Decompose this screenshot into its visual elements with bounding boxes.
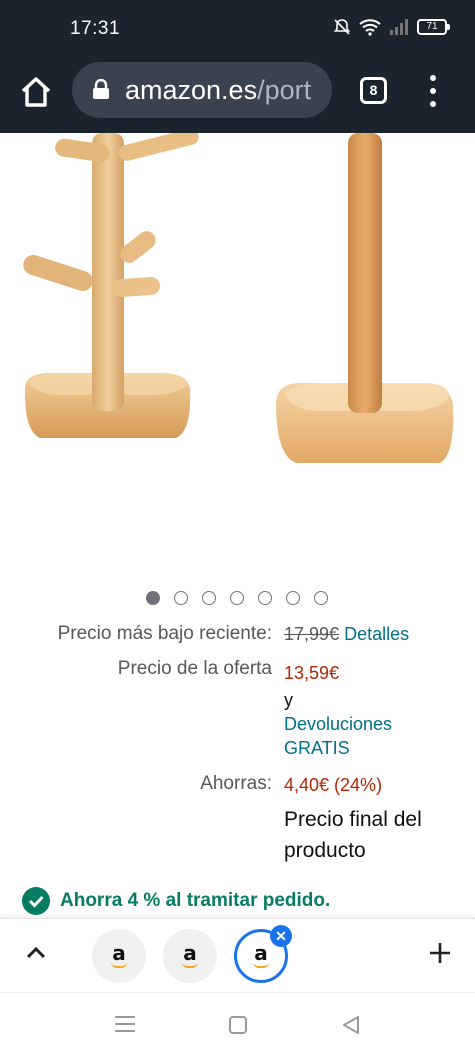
- system-navigation-bar: [0, 992, 475, 1056]
- savings-value: 4,40€ (24%): [284, 775, 383, 795]
- close-tab-icon[interactable]: ✕: [270, 925, 292, 947]
- url-text: amazon.es/port: [125, 75, 311, 106]
- home-nav-icon[interactable]: [228, 1015, 248, 1035]
- carousel-dot[interactable]: [258, 591, 272, 605]
- offer-price-value: 13,59€: [284, 663, 340, 683]
- status-time: 17:31: [70, 18, 121, 39]
- product-image[interactable]: [0, 128, 475, 580]
- back-nav-icon[interactable]: [340, 1014, 362, 1036]
- home-icon[interactable]: [18, 74, 54, 110]
- details-link[interactable]: Detalles: [344, 624, 409, 644]
- and-text: y: [284, 690, 293, 710]
- recent-apps-icon[interactable]: [114, 1015, 136, 1033]
- promo-banner: Ahorra 4 % al tramitar pedido.: [22, 887, 330, 915]
- new-tab-icon[interactable]: [428, 941, 452, 965]
- mug-tree-illustration: [23, 128, 454, 463]
- tab-switcher-button[interactable]: 8: [360, 77, 387, 104]
- final-price-note-line1: Precio final del: [284, 808, 422, 831]
- recent-low-price-value: 17,99€: [284, 624, 340, 644]
- status-bar: 17:31 71: [0, 0, 475, 56]
- carousel-dot[interactable]: [202, 591, 216, 605]
- battery-icon: 71: [417, 19, 450, 35]
- tab-chip[interactable]: a: [92, 929, 146, 983]
- carousel-dot[interactable]: [314, 591, 328, 605]
- browser-toolbar: amazon.es/port 8: [0, 56, 475, 133]
- mute-bell-icon: [333, 19, 351, 35]
- recent-low-price-row: 17,99€ Detalles: [284, 624, 409, 645]
- check-circle-icon: [22, 887, 50, 915]
- lock-icon: [93, 79, 109, 99]
- promo-text: Ahorra 4 % al tramitar pedido.: [60, 890, 331, 911]
- final-price-note-line2: producto: [284, 839, 366, 862]
- status-icons: 71: [333, 18, 450, 36]
- chevron-up-icon[interactable]: [24, 943, 48, 963]
- carousel-dots[interactable]: [146, 591, 328, 605]
- tab-chip[interactable]: a: [163, 929, 217, 983]
- signal-icon: [390, 19, 408, 35]
- url-host: amazon.es: [125, 75, 258, 105]
- address-bar[interactable]: amazon.es/port: [72, 62, 332, 118]
- savings-label: Ahorras:: [200, 773, 272, 794]
- url-path: /port: [257, 75, 312, 105]
- overflow-menu-icon[interactable]: [424, 75, 442, 107]
- free-returns-link-line1[interactable]: Devoluciones: [284, 714, 392, 735]
- wifi-icon: [359, 19, 381, 36]
- carousel-dot[interactable]: [174, 591, 188, 605]
- carousel-dot[interactable]: [286, 591, 300, 605]
- tab-strip: a a a ✕: [0, 918, 475, 992]
- carousel-dot[interactable]: [230, 591, 244, 605]
- carousel-dot[interactable]: [146, 591, 160, 605]
- recent-low-price-label: Precio más bajo reciente:: [57, 623, 272, 644]
- free-returns-link-line2[interactable]: GRATIS: [284, 738, 350, 759]
- offer-price-label: Precio de la oferta: [117, 658, 272, 679]
